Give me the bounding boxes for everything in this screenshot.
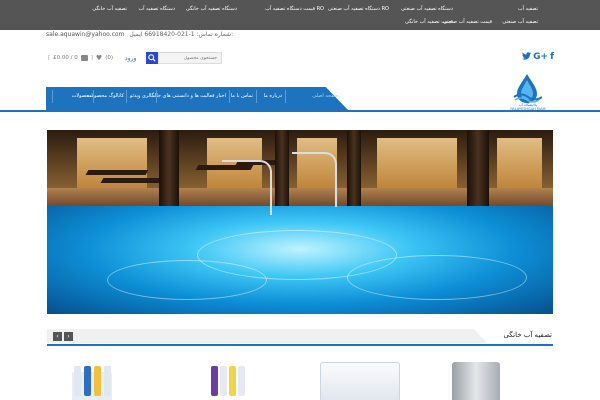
nav-underline (0, 110, 600, 112)
cart-bracket: [ (48, 55, 51, 61)
hero-caustic (107, 260, 267, 300)
main-nav (46, 87, 350, 112)
contact-email[interactable]: sale.aquawin@yahoo.com (46, 31, 124, 38)
product-filter (220, 366, 227, 396)
hero-slider-image[interactable] (47, 130, 553, 314)
top-menu-bar: تصفیه آب دستگاه تصفیه آب صنعتی RO دستگاه… (0, 0, 600, 30)
top-menu-item[interactable]: تصفیه آب خانگی (92, 6, 127, 12)
section-title: تصفیه آب خانگی (503, 331, 552, 339)
cart-widget[interactable]: [ £0.00 / 0 ] ♥ (0) (48, 54, 113, 62)
hero-lounger (85, 170, 149, 175)
cart-total[interactable]: £0.00 / 0 (53, 55, 78, 61)
nav-item-home[interactable]: صفحه اصلی (312, 93, 338, 99)
hero-pool-rail (292, 152, 337, 207)
social-links: G+ f (522, 52, 554, 63)
contact-phone: شماره تماس: 1-021-66918420 ایمیل: (129, 31, 234, 38)
top-menu-item[interactable]: قیمت تصفیه آب خانگی (405, 19, 453, 25)
contact-info: sale.aquawin@yahoo.com شماره تماس: 1-021… (46, 31, 233, 38)
nav-divider (93, 90, 94, 103)
carousel-prev-button[interactable]: ‹ (53, 332, 62, 341)
top-menu-item[interactable]: دستگاه تصفیه آب (138, 6, 175, 12)
section-header-bar (47, 329, 487, 343)
product-filter (74, 366, 81, 396)
product-image[interactable] (68, 362, 118, 400)
product-filter (229, 366, 236, 396)
search-input[interactable] (158, 52, 222, 64)
top-menu-item[interactable]: دستگاه تصفیه آب صنعتی (401, 6, 453, 12)
section-underline (47, 344, 553, 346)
product-image[interactable] (205, 362, 250, 400)
product-filter (104, 366, 111, 396)
hero-caustic (347, 255, 527, 300)
top-menu-item[interactable]: دستگاه تصفیه آب خانگی (186, 6, 237, 12)
top-menu-item[interactable]: تصفیه آب صنعتی (502, 19, 538, 25)
twitter-icon[interactable] (522, 52, 532, 63)
nav-item-about[interactable]: درباره ما (264, 93, 282, 99)
product-image[interactable] (452, 362, 500, 400)
nav-divider (229, 90, 230, 103)
product-filter (211, 366, 218, 396)
login-link[interactable]: ورود (125, 55, 136, 62)
nav-item-video-gallery[interactable]: گالری ویدئو (130, 93, 154, 99)
product-filter (84, 366, 91, 396)
heart-icon[interactable]: ♥ (96, 54, 102, 62)
nav-divider (285, 90, 286, 103)
google-plus-icon[interactable]: G+ (533, 52, 548, 63)
nav-divider (52, 90, 53, 103)
nav-item-contact[interactable]: تماس با ما (231, 93, 253, 99)
nav-divider (126, 90, 127, 103)
top-menu-item[interactable]: RO قیمت دستگاه تصفیه آب (265, 6, 324, 12)
product-image[interactable] (320, 362, 400, 400)
carousel-next-button[interactable]: › (64, 332, 73, 341)
product-filter (238, 366, 245, 396)
wishlist-count[interactable]: (0) (105, 55, 113, 61)
top-menu-item[interactable]: تصفیه آب (518, 6, 538, 12)
top-menu-item[interactable]: RO دستگاه تصفیه آب صنعتی (328, 6, 389, 12)
hero-pool-rail (222, 160, 272, 215)
logo-icon[interactable] (512, 72, 542, 104)
search-button[interactable] (146, 52, 158, 64)
facebook-icon[interactable]: f (550, 52, 554, 63)
hero-window (377, 138, 457, 188)
search-icon (148, 54, 156, 62)
nav-divider (256, 90, 257, 103)
nav-item-products[interactable]: محصولات (72, 93, 92, 99)
product-filter (94, 366, 101, 396)
nav-item-news[interactable]: اخبار فعالیت ها و دانستنی های جالب (150, 93, 226, 99)
hero-window (497, 138, 542, 188)
cart-icon[interactable] (80, 55, 88, 61)
cart-bracket: ] (90, 55, 93, 61)
nav-divider (156, 90, 157, 103)
